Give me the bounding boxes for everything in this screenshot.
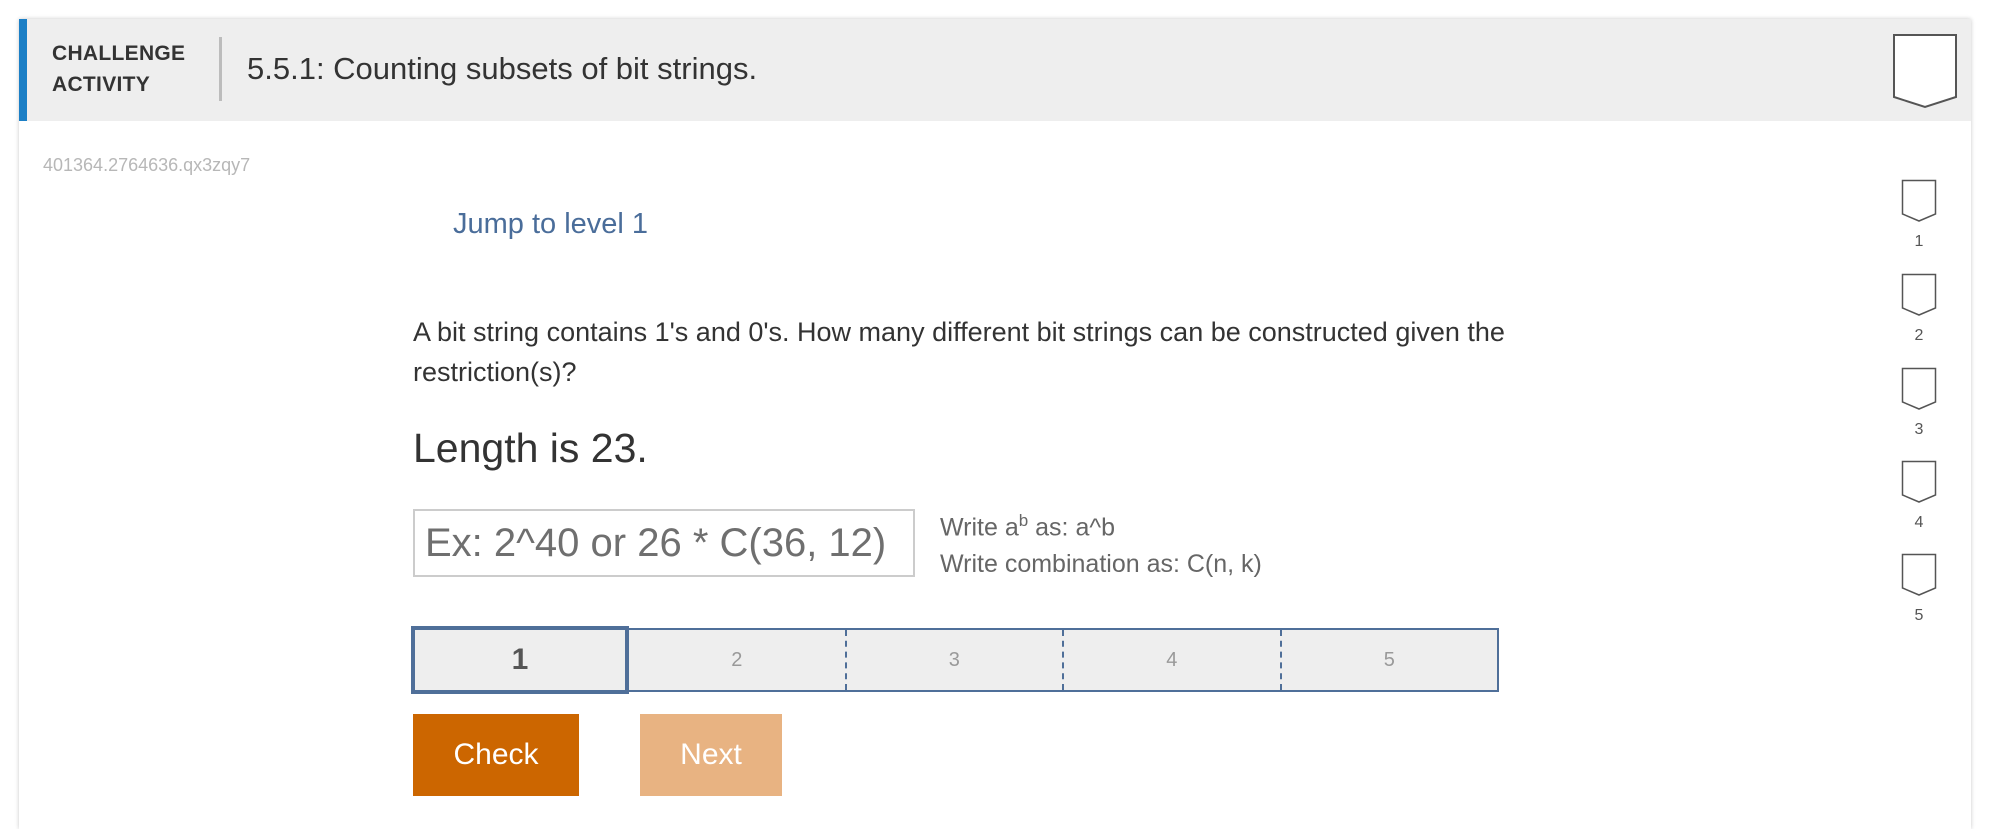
level-status-number: 4 [1914,514,1924,531]
level-status-2[interactable]: 2 [1899,273,1939,347]
completion-badge-icon [1892,33,1958,109]
restriction-text: Length is 23. [413,425,648,471]
level-status-number: 5 [1914,607,1924,624]
level-shield-icon [1901,553,1937,596]
question-text: A bit string contains 1's and 0's. How m… [413,317,1505,387]
activity-title: 5.5.1: Counting subsets of bit strings. [247,51,758,86]
level-shield-icon [1901,460,1937,503]
level-segment-4[interactable]: 4 [1062,630,1280,690]
level-segment-5[interactable]: 5 [1279,630,1498,690]
level-shield-icon [1901,179,1937,222]
level-status-5[interactable]: 5 [1899,553,1939,627]
level-status-1[interactable]: 1 [1899,179,1939,253]
level-shield-icon [1901,273,1937,316]
activity-id: 401364.2764636.qx3zqy7 [43,155,251,175]
answer-format-hint: Write ab as: a^b Write combination as: C… [940,502,1262,583]
level-status-3[interactable]: 3 [1899,367,1939,441]
level-segment-3[interactable]: 3 [844,630,1063,690]
level-status-number: 2 [1914,327,1924,344]
activity-type-line2: ACTIVITY [52,73,151,96]
level-shield-icon [1901,367,1937,410]
level-status-number: 3 [1914,421,1924,438]
level-status-number: 1 [1914,233,1924,250]
challenge-activity-card: CHALLENGE ACTIVITY 5.5.1: Counting subse… [19,19,1971,829]
activity-type-label: CHALLENGE ACTIVITY [52,38,192,100]
answer-input[interactable] [413,509,915,577]
hint-combination: Write combination as: C(n, k) [940,550,1262,579]
level-progress-bar: 1 2 3 4 5 [411,626,1499,694]
activity-type-line1: CHALLENGE [52,42,186,65]
next-button[interactable]: Next [640,714,782,796]
level-segment-1[interactable]: 1 [411,626,629,694]
level-segment-2[interactable]: 2 [629,630,845,690]
hint-exponent: Write ab as: a^b [940,511,1115,542]
check-button[interactable]: Check [413,714,579,796]
activity-header: CHALLENGE ACTIVITY 5.5.1: Counting subse… [19,19,1971,121]
header-divider [219,37,222,101]
jump-to-level-link[interactable]: Jump to level 1 [453,208,648,241]
level-status-4[interactable]: 4 [1899,460,1939,534]
